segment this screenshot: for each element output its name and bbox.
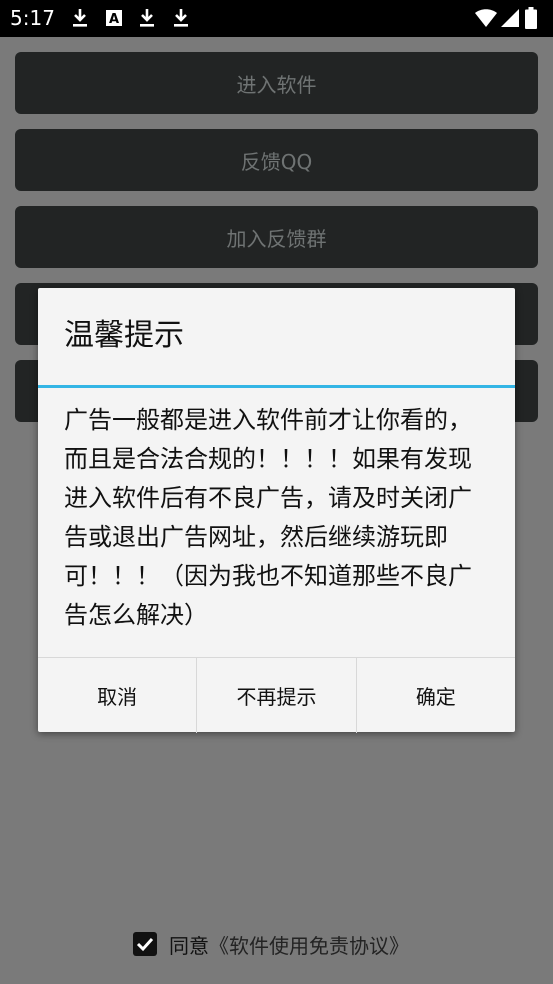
dialog-title: 温馨提示 [64, 318, 184, 353]
disclaimer-link[interactable]: 《软件使用免责协议》 [209, 930, 409, 959]
wifi-icon [474, 8, 498, 28]
enter-app-label: 进入软件 [236, 72, 317, 97]
confirm-button[interactable]: 确定 [355, 658, 515, 733]
signal-icon [500, 8, 520, 28]
a-notification-icon: A [104, 8, 124, 28]
dont-remind-button-label: 不再提示 [236, 685, 317, 709]
battery-icon [524, 7, 538, 29]
status-bar: 5:17 A [0, 0, 553, 37]
download-icon [137, 8, 157, 28]
join-feedback-group-label: 加入反馈群 [226, 226, 327, 251]
enter-app-button[interactable]: 进入软件 [15, 52, 538, 114]
cancel-button[interactable]: 取消 [38, 658, 196, 733]
dialog-message: 广告一般都是进入软件前才让你看的，而且是合法合规的！！！！如果有发现进入软件后有… [64, 406, 472, 629]
join-feedback-group-button[interactable]: 加入反馈群 [15, 206, 538, 268]
status-time: 5:17 [10, 6, 55, 30]
dialog-button-bar: 取消 不再提示 确定 [38, 657, 515, 733]
download-icon [70, 8, 90, 28]
check-icon [136, 937, 154, 952]
notice-dialog: 温馨提示 广告一般都是进入软件前才让你看的，而且是合法合规的！！！！如果有发现进… [38, 288, 515, 733]
feedback-qq-button[interactable]: 反馈QQ [15, 129, 538, 191]
agreement-checkbox[interactable] [133, 932, 157, 956]
download-icon [171, 8, 191, 28]
confirm-button-label: 确定 [415, 685, 456, 709]
agreement-row: 同意 《软件使用免责协议》 [133, 929, 409, 959]
feedback-qq-label: 反馈QQ [240, 149, 313, 174]
agreement-label: 同意 [169, 933, 209, 958]
svg-text:A: A [109, 12, 119, 27]
dont-remind-button[interactable]: 不再提示 [196, 658, 355, 733]
cancel-button-label: 取消 [97, 685, 138, 709]
dialog-divider [38, 385, 515, 388]
